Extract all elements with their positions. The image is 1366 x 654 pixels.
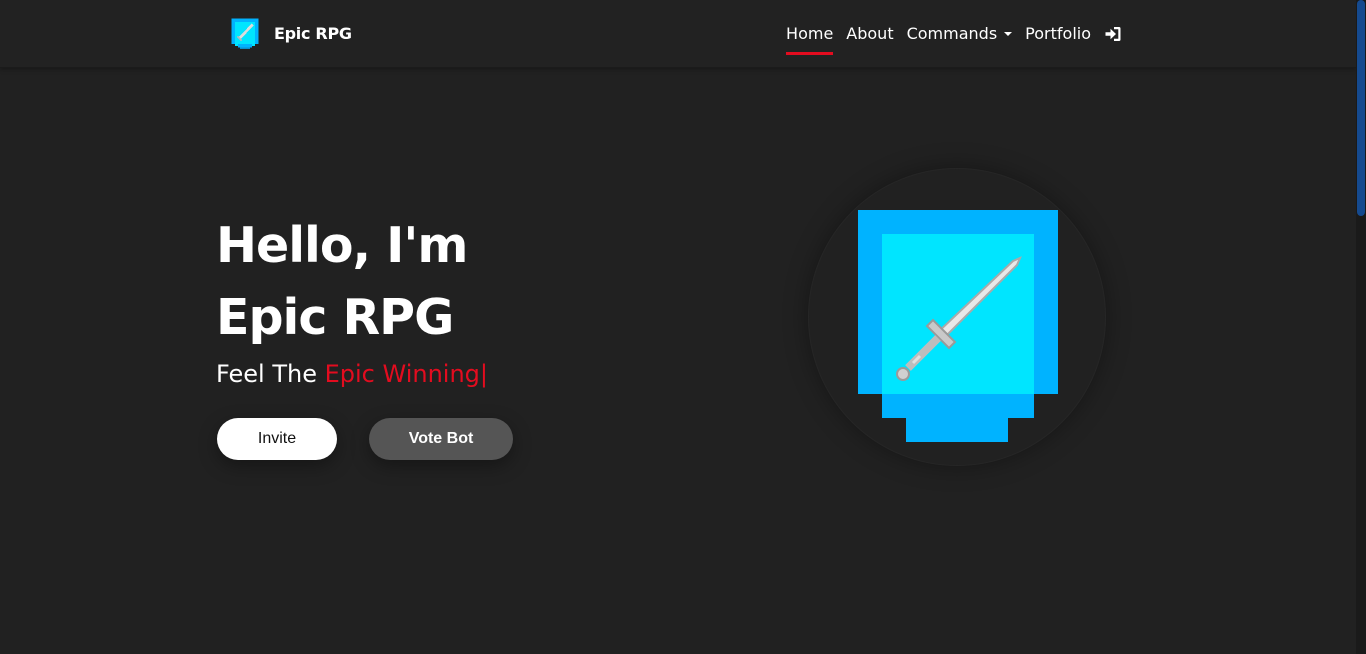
hero-buttons: Invite Vote Bot bbox=[217, 418, 513, 460]
nav-about[interactable]: About bbox=[846, 0, 893, 67]
sign-in-icon[interactable] bbox=[1104, 25, 1122, 43]
tagline-typed-text: Epic Winning| bbox=[324, 360, 488, 388]
navbar: Epic RPG Home About Commands Portfolio bbox=[0, 0, 1356, 68]
nav-portfolio[interactable]: Portfolio bbox=[1025, 0, 1091, 67]
page: Epic RPG Home About Commands Portfolio H… bbox=[0, 0, 1366, 654]
brand-name: Epic RPG bbox=[274, 23, 352, 43]
nav-commands-label: Commands bbox=[906, 24, 998, 43]
page-scrollbar[interactable] bbox=[1356, 0, 1366, 654]
brand-link[interactable]: Epic RPG bbox=[228, 14, 352, 52]
nav-commands-dropdown[interactable]: Commands bbox=[907, 0, 1013, 67]
nav-links: Home About Commands Portfolio bbox=[773, 0, 1122, 67]
sword-logo-icon bbox=[228, 15, 262, 51]
chevron-down-icon bbox=[1004, 31, 1013, 36]
hero-bot-avatar bbox=[808, 168, 1106, 466]
nav-home[interactable]: Home bbox=[786, 0, 834, 67]
sword-shield-icon bbox=[858, 210, 1058, 442]
vote-bot-button[interactable]: Vote Bot bbox=[369, 418, 513, 460]
invite-button[interactable]: Invite bbox=[217, 418, 337, 460]
scrollbar-thumb[interactable] bbox=[1357, 0, 1365, 216]
hero-name: Epic RPG bbox=[216, 289, 454, 346]
hero-section: Hello, I'm Epic RPG Feel The Epic Winnin… bbox=[216, 210, 488, 394]
tagline-prefix: Feel The bbox=[216, 360, 317, 388]
hero-greeting: Hello, I'm bbox=[216, 217, 468, 274]
hero-tagline: Feel The Epic Winning| bbox=[216, 354, 488, 394]
